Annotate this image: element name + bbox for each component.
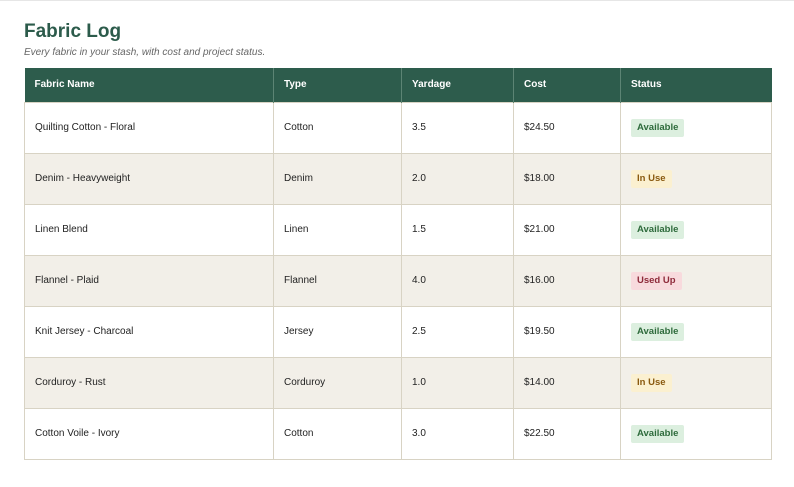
table-row[interactable]: Corduroy - Rust Corduroy 1.0 $14.00 In U…	[24, 356, 772, 409]
table-row[interactable]: Cotton Voile - Ivory Cotton 3.0 $22.50 A…	[24, 407, 772, 460]
cell-status: Available	[620, 407, 772, 460]
cell-status: In Use	[620, 356, 772, 409]
cell-fabric-name: Corduroy - Rust	[24, 356, 274, 409]
table-header: Fabric Name Type Yardage Cost Status	[24, 68, 772, 102]
cell-type: Cotton	[273, 101, 402, 154]
column-header-status[interactable]: Status	[620, 68, 772, 102]
cell-yardage: 4.0	[401, 254, 514, 307]
cell-fabric-name: Quilting Cotton - Floral	[24, 101, 274, 154]
column-header-type[interactable]: Type	[273, 68, 402, 102]
cell-status: Available	[620, 203, 772, 256]
cell-yardage: 1.5	[401, 203, 514, 256]
page-title: Fabric Log	[24, 21, 122, 42]
column-header-cost[interactable]: Cost	[513, 68, 621, 102]
cell-yardage: 2.0	[401, 152, 514, 205]
cell-cost: $16.00	[513, 254, 621, 307]
cell-yardage: 1.0	[401, 356, 514, 409]
page-header: Fabric Log Every fabric in your stash, w…	[24, 21, 265, 59]
table-header-row: Fabric Name Type Yardage Cost Status	[24, 68, 772, 102]
column-header-yardage[interactable]: Yardage	[401, 68, 514, 102]
status-badge: In Use	[631, 373, 672, 392]
cell-type: Cotton	[273, 407, 402, 460]
cell-status: Available	[620, 305, 772, 358]
cell-cost: $22.50	[513, 407, 621, 460]
cell-cost: $19.50	[513, 305, 621, 358]
cell-yardage: 3.5	[401, 101, 514, 154]
table-row[interactable]: Linen Blend Linen 1.5 $21.00 Available	[24, 203, 772, 256]
status-badge: In Use	[631, 169, 672, 188]
table-row[interactable]: Quilting Cotton - Floral Cotton 3.5 $24.…	[24, 101, 772, 154]
cell-fabric-name: Denim - Heavyweight	[24, 152, 274, 205]
cell-status: Available	[620, 101, 772, 154]
table-row[interactable]: Denim - Heavyweight Denim 2.0 $18.00 In …	[24, 152, 772, 205]
cell-type: Jersey	[273, 305, 402, 358]
status-badge: Available	[631, 424, 685, 443]
cell-cost: $24.50	[513, 101, 621, 154]
cell-fabric-name: Flannel - Plaid	[24, 254, 274, 307]
column-header-fabric-name[interactable]: Fabric Name	[24, 68, 274, 102]
cell-type: Denim	[273, 152, 402, 205]
cell-cost: $21.00	[513, 203, 621, 256]
table-row[interactable]: Flannel - Plaid Flannel 4.0 $16.00 Used …	[24, 254, 772, 307]
cell-fabric-name: Cotton Voile - Ivory	[24, 407, 274, 460]
table-row[interactable]: Knit Jersey - Charcoal Jersey 2.5 $19.50…	[24, 305, 772, 358]
cell-fabric-name: Knit Jersey - Charcoal	[24, 305, 274, 358]
status-badge: Used Up	[631, 271, 682, 290]
cell-fabric-name: Linen Blend	[24, 203, 274, 256]
cell-status: Used Up	[620, 254, 772, 307]
cell-type: Corduroy	[273, 356, 402, 409]
page-subtitle: Every fabric in your stash, with cost an…	[24, 47, 266, 58]
fabric-table: Fabric Name Type Yardage Cost Status Qui…	[24, 68, 772, 460]
cell-cost: $18.00	[513, 152, 621, 205]
status-badge: Available	[631, 118, 685, 137]
cell-type: Linen	[273, 203, 402, 256]
status-badge: Available	[631, 220, 685, 239]
table-body: Quilting Cotton - Floral Cotton 3.5 $24.…	[24, 101, 772, 460]
cell-yardage: 2.5	[401, 305, 514, 358]
cell-status: In Use	[620, 152, 772, 205]
cell-yardage: 3.0	[401, 407, 514, 460]
status-badge: Available	[631, 322, 685, 341]
cell-cost: $14.00	[513, 356, 621, 409]
cell-type: Flannel	[273, 254, 402, 307]
